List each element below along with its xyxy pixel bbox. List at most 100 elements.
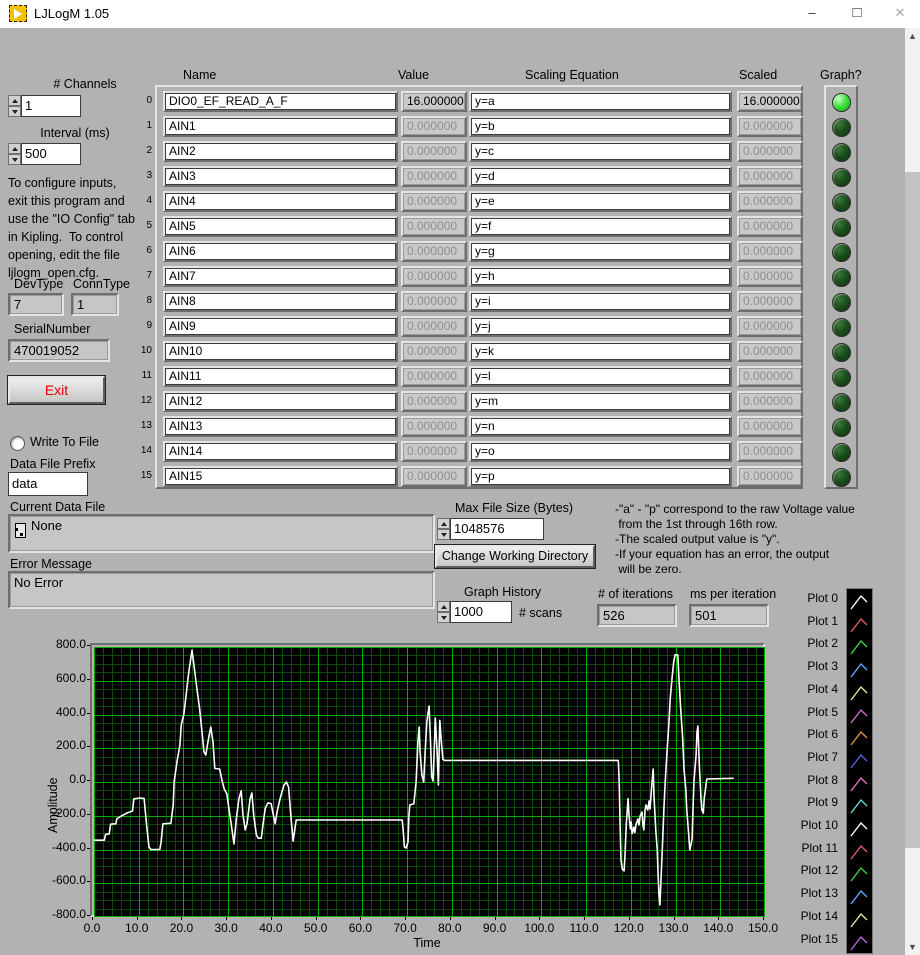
graph-enable-led[interactable]	[832, 243, 851, 262]
scaling-equation-input[interactable]: y=i	[471, 293, 730, 310]
scaling-equation-input[interactable]: y=l	[471, 368, 730, 385]
scrollbar-thumb[interactable]	[905, 172, 920, 848]
legend-line-swatch[interactable]	[847, 773, 872, 795]
channel-name-input[interactable]: AIN12	[165, 393, 396, 410]
scaling-equation-input[interactable]: y=g	[471, 243, 730, 260]
channel-name-input[interactable]: AIN3	[165, 168, 396, 185]
channel-name-input[interactable]: AIN5	[165, 218, 396, 235]
scaling-equation-input[interactable]: y=n	[471, 418, 730, 435]
channel-name-input[interactable]: AIN14	[165, 443, 396, 460]
decrement-icon[interactable]	[8, 106, 21, 117]
close-icon[interactable]: ✕	[880, 0, 920, 28]
scroll-down-icon[interactable]: ▼	[905, 939, 920, 955]
channel-name-input[interactable]: DIO0_EF_READ_A_F	[165, 93, 396, 110]
legend-line-swatch[interactable]	[847, 591, 872, 613]
channel-name-input[interactable]: AIN8	[165, 293, 396, 310]
write-to-file-radio[interactable]	[10, 436, 25, 451]
scaling-equation-input[interactable]: y=o	[471, 443, 730, 460]
scaling-equation-input[interactable]: y=m	[471, 393, 730, 410]
graph-enable-led[interactable]	[832, 218, 851, 237]
vertical-scrollbar[interactable]: ▲ ▼	[905, 28, 920, 955]
graph-enable-led[interactable]	[832, 343, 851, 362]
scaling-equation-input[interactable]: y=b	[471, 118, 730, 135]
channel-name-input[interactable]: AIN2	[165, 143, 396, 160]
legend-line-swatch[interactable]	[847, 841, 872, 863]
graph-enable-led[interactable]	[832, 118, 851, 137]
graph-enable-led[interactable]	[832, 443, 851, 462]
scaling-equation-input[interactable]: y=e	[471, 193, 730, 210]
max-file-size-stepper[interactable]	[437, 518, 450, 540]
channel-name-input[interactable]: AIN11	[165, 368, 396, 385]
max-file-size-input[interactable]: 1048576	[450, 518, 544, 540]
channel-name-input[interactable]: AIN15	[165, 468, 396, 485]
scroll-up-icon[interactable]: ▲	[905, 28, 920, 44]
change-working-directory-button[interactable]: Change Working Directory	[434, 544, 596, 569]
legend-line-swatch[interactable]	[847, 636, 872, 658]
legend-line-swatch[interactable]	[847, 659, 872, 681]
increment-icon[interactable]	[8, 95, 21, 106]
interval-input[interactable]: 500	[21, 143, 81, 165]
scaling-equation-input[interactable]: y=a	[471, 93, 730, 110]
legend-label: Plot 3	[807, 659, 838, 674]
scaled-display: 0.000000	[739, 243, 801, 260]
legend-line-swatch[interactable]	[847, 682, 872, 704]
legend-line-swatch[interactable]	[847, 750, 872, 772]
channel-name-input[interactable]: AIN7	[165, 268, 396, 285]
graph-enable-led[interactable]	[832, 318, 851, 337]
legend-line-swatch[interactable]	[847, 909, 872, 931]
graph-history-input[interactable]: 1000	[450, 601, 512, 623]
channel-name-input[interactable]: AIN13	[165, 418, 396, 435]
graph-enable-led[interactable]	[832, 468, 851, 487]
legend-line-swatch[interactable]	[847, 795, 872, 817]
legend-line-swatch[interactable]	[847, 614, 872, 636]
decrement-icon[interactable]	[437, 612, 450, 623]
interval-stepper[interactable]	[8, 143, 21, 165]
legend-label: Plot 12	[800, 863, 838, 878]
exit-button[interactable]: Exit	[7, 375, 106, 405]
channel-name-input[interactable]: AIN9	[165, 318, 396, 335]
scaling-equation-input[interactable]: y=p	[471, 468, 730, 485]
graph-enable-led[interactable]	[832, 143, 851, 162]
table-row: 13 AIN13 0.000000 y=n 0.000000	[136, 416, 806, 437]
channels-input[interactable]: 1	[21, 95, 81, 117]
scaling-equation-input[interactable]: y=k	[471, 343, 730, 360]
maximize-icon[interactable]: □	[835, 0, 879, 28]
graph-enable-led[interactable]	[832, 168, 851, 187]
increment-icon[interactable]	[437, 518, 450, 529]
graph-enable-led[interactable]	[832, 418, 851, 437]
increment-icon[interactable]	[8, 143, 21, 154]
graph-enable-led[interactable]	[832, 368, 851, 387]
legend-line-swatch[interactable]	[847, 727, 872, 749]
window-title: LJLogM 1.05	[34, 6, 110, 21]
scaling-equation-input[interactable]: y=j	[471, 318, 730, 335]
decrement-icon[interactable]	[8, 154, 21, 165]
graph-enable-led[interactable]	[832, 393, 851, 412]
data-file-prefix-input[interactable]: data	[8, 472, 88, 496]
legend-line-swatch[interactable]	[847, 818, 872, 840]
legend-line-swatch[interactable]	[847, 932, 872, 954]
channel-name-input[interactable]: AIN6	[165, 243, 396, 260]
legend-label: Plot 6	[807, 727, 838, 742]
graph-enable-led[interactable]	[832, 93, 851, 112]
scaling-equation-input[interactable]: y=d	[471, 168, 730, 185]
scaling-equation-input[interactable]: y=h	[471, 268, 730, 285]
channels-stepper[interactable]	[8, 95, 21, 117]
scaling-equation-input[interactable]: y=f	[471, 218, 730, 235]
legend-line-swatch[interactable]	[847, 886, 872, 908]
decrement-icon[interactable]	[437, 529, 450, 540]
scaling-equation-input[interactable]: y=c	[471, 143, 730, 160]
graph-enable-led[interactable]	[832, 193, 851, 212]
legend-line-swatch[interactable]	[847, 863, 872, 885]
channel-name-input[interactable]: AIN4	[165, 193, 396, 210]
graph-enable-led[interactable]	[832, 268, 851, 287]
channel-name-input[interactable]: AIN1	[165, 118, 396, 135]
channel-name-input[interactable]: AIN10	[165, 343, 396, 360]
graph-enable-led[interactable]	[832, 293, 851, 312]
minimize-icon[interactable]: –	[790, 0, 834, 28]
legend-line-swatch[interactable]	[847, 705, 872, 727]
y-tick-label: -200.0	[51, 805, 86, 820]
graph-history-stepper[interactable]	[437, 601, 450, 623]
increment-icon[interactable]	[437, 601, 450, 612]
browse-path-icon[interactable]	[15, 523, 26, 538]
scaled-display: 0.000000	[739, 193, 801, 210]
